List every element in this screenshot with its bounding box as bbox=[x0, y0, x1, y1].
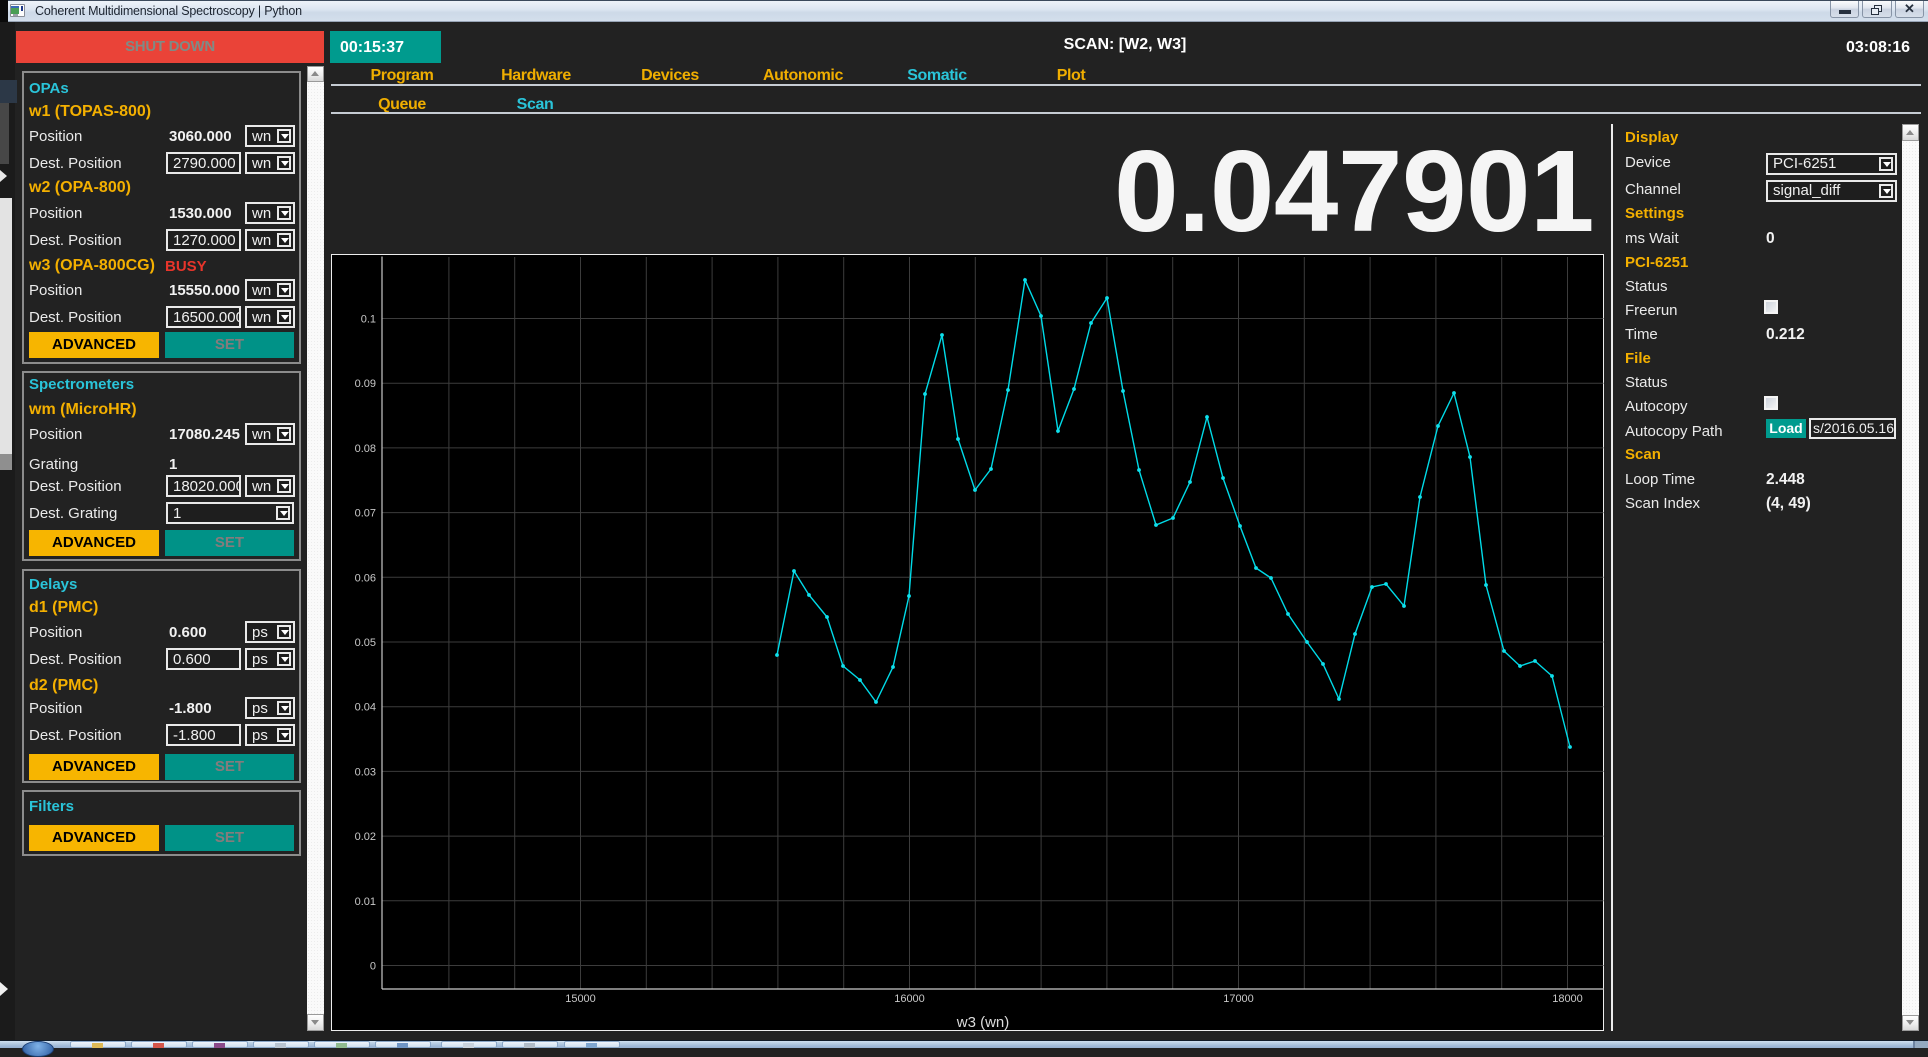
svg-text:0.07: 0.07 bbox=[355, 508, 376, 520]
svg-text:w3 (wn): w3 (wn) bbox=[956, 1014, 1010, 1031]
svg-text:0.01: 0.01 bbox=[355, 896, 376, 908]
svg-text:0.04: 0.04 bbox=[355, 702, 376, 714]
svg-text:17000: 17000 bbox=[1223, 993, 1254, 1005]
svg-text:0.03: 0.03 bbox=[355, 766, 376, 778]
svg-text:16000: 16000 bbox=[894, 993, 925, 1005]
svg-text:0.08: 0.08 bbox=[355, 443, 376, 455]
svg-text:0: 0 bbox=[370, 961, 376, 973]
svg-text:0.05: 0.05 bbox=[355, 637, 376, 649]
svg-text:18000: 18000 bbox=[1552, 993, 1583, 1005]
svg-text:0.06: 0.06 bbox=[355, 572, 376, 584]
svg-text:15000: 15000 bbox=[565, 993, 596, 1005]
svg-text:0.02: 0.02 bbox=[355, 831, 376, 843]
svg-text:0.09: 0.09 bbox=[355, 378, 376, 390]
svg-text:0.1: 0.1 bbox=[361, 314, 376, 326]
